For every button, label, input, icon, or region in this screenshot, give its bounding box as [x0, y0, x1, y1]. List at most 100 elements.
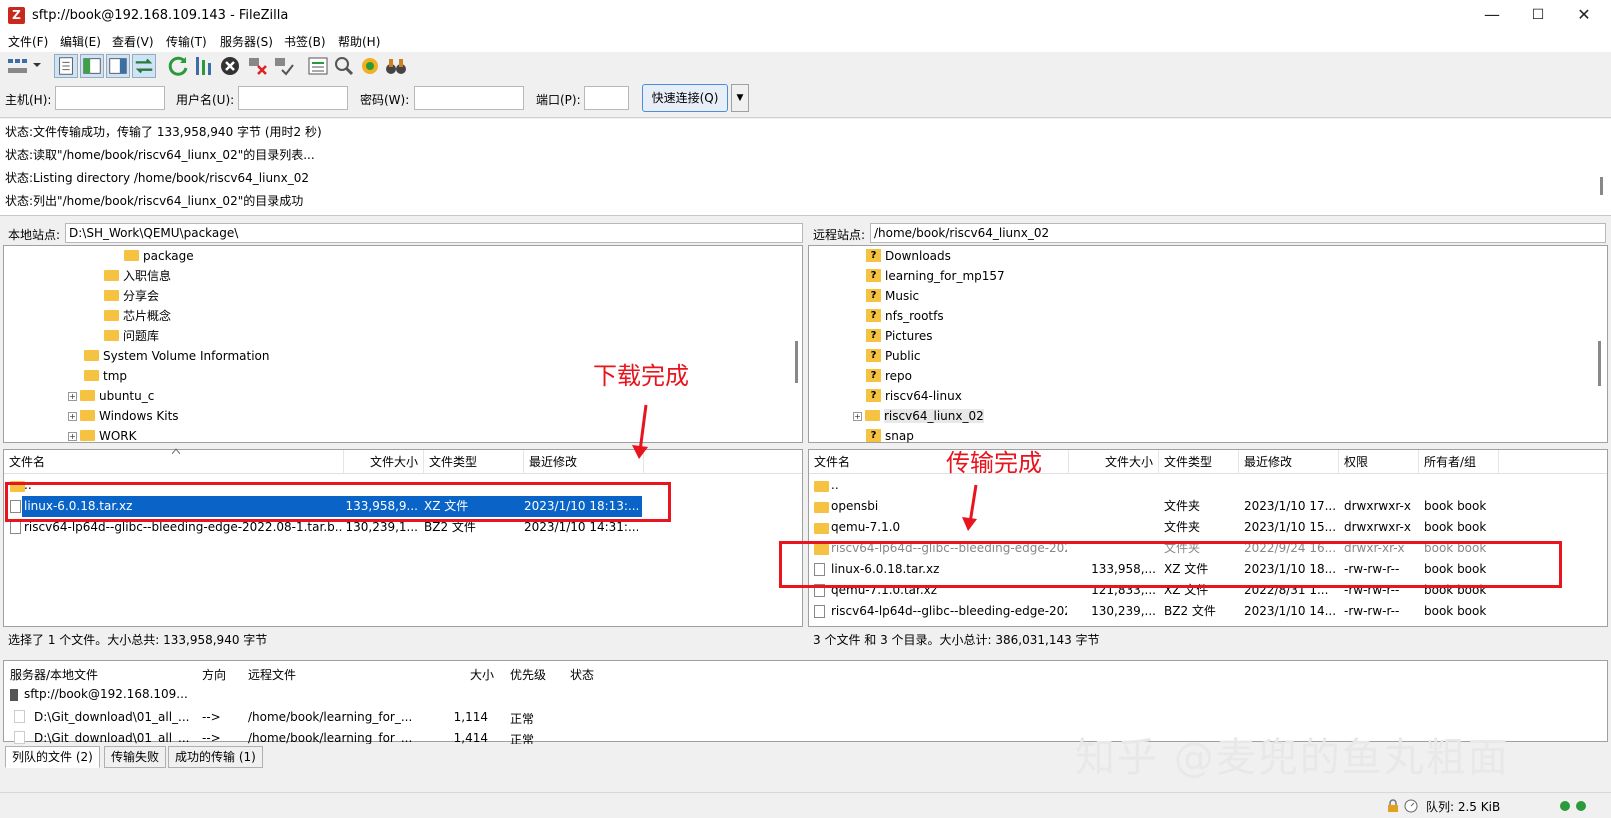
folder-icon: [814, 523, 829, 534]
tree-item[interactable]: ? Music: [866, 286, 919, 306]
tree-item[interactable]: ? nfs_rootfs: [866, 306, 944, 326]
toggle-local-tree-icon[interactable]: [80, 54, 104, 78]
queue-col-size[interactable]: 大小: [470, 666, 494, 683]
close-button[interactable]: ✕: [1561, 0, 1607, 32]
tree-item[interactable]: 入职信息: [104, 266, 171, 286]
tree-item[interactable]: System Volume Information: [84, 346, 269, 366]
tree-item[interactable]: ? Pictures: [866, 326, 933, 346]
col-filetype[interactable]: 文件类型: [1159, 450, 1239, 474]
tab-failed-transfers[interactable]: 传输失败: [104, 746, 167, 768]
toggle-remote-tree-icon[interactable]: [106, 54, 130, 78]
col-modified[interactable]: 最近修改: [524, 450, 644, 474]
folder-icon: [814, 481, 829, 492]
folder-icon: [104, 290, 119, 301]
log-scrollbar[interactable]: [1600, 177, 1603, 195]
menu-help[interactable]: 帮助(H): [338, 33, 380, 50]
col-filesize[interactable]: 文件大小: [344, 450, 424, 474]
file-icon: [814, 605, 825, 618]
file-row[interactable]: ..: [809, 475, 1607, 496]
queue-col-server[interactable]: 服务器/本地文件: [10, 666, 98, 683]
tree-item[interactable]: + WORK: [68, 426, 137, 446]
tree-item[interactable]: + Windows Kits: [68, 406, 179, 426]
tree-item[interactable]: + riscv64_liunx_02: [853, 406, 984, 426]
tree-item[interactable]: tmp: [84, 366, 127, 386]
tab-successful-transfers[interactable]: 成功的传输 (1): [168, 746, 263, 768]
sync-browsing-icon[interactable]: [358, 54, 382, 78]
chevron-down-icon[interactable]: [32, 60, 42, 70]
quickconnect-dropdown[interactable]: ▼: [731, 84, 749, 112]
tab-queued-files[interactable]: 列队的文件 (2): [5, 746, 100, 768]
tree-item[interactable]: package: [124, 246, 194, 266]
folder-icon: [84, 350, 99, 361]
col-permissions[interactable]: 权限: [1339, 450, 1419, 474]
directory-filter-icon[interactable]: [306, 54, 330, 78]
cancel-icon[interactable]: [218, 54, 242, 78]
queue-cell-size: 1,114: [453, 710, 488, 724]
file-row[interactable]: riscv64-lp64d--glibc--bleeding-edge-2022…: [809, 601, 1607, 622]
local-path-input[interactable]: D:\SH_Work\QEMU\package\: [65, 223, 803, 243]
tree-item[interactable]: + ubuntu_c: [68, 386, 154, 406]
tree-item[interactable]: ? Downloads: [866, 246, 951, 266]
tree-item[interactable]: 分享会: [104, 286, 159, 306]
maximize-button[interactable]: ☐: [1515, 0, 1561, 32]
expand-icon[interactable]: +: [68, 412, 77, 421]
tree-item[interactable]: ? snap: [866, 426, 914, 446]
menu-server[interactable]: 服务器(S): [220, 33, 273, 50]
queue-col-remote[interactable]: 远程文件: [248, 666, 296, 683]
site-manager-icon[interactable]: [6, 54, 30, 78]
expand-icon[interactable]: +: [853, 412, 862, 421]
toggle-log-icon[interactable]: [54, 54, 78, 78]
queue-col-priority[interactable]: 优先级: [510, 666, 546, 683]
process-queue-icon[interactable]: [192, 54, 216, 78]
tree-item[interactable]: ? Public: [866, 346, 921, 366]
password-input[interactable]: [414, 86, 524, 110]
tree-item[interactable]: 问题库: [104, 326, 159, 346]
quickconnect-button[interactable]: 快速连接(Q): [642, 84, 728, 112]
expand-icon[interactable]: +: [68, 392, 77, 401]
menu-bookmarks[interactable]: 书签(B): [284, 33, 326, 50]
tree-item-label: Pictures: [885, 329, 933, 343]
toolbar: [0, 52, 1611, 80]
expand-icon[interactable]: +: [68, 432, 77, 441]
transfer-queue-icon[interactable]: [132, 54, 156, 78]
binoculars-icon[interactable]: [384, 54, 408, 78]
arrow-down-icon: [632, 404, 648, 459]
disconnect-icon[interactable]: [246, 54, 270, 78]
reconnect-icon[interactable]: [272, 54, 296, 78]
menu-file[interactable]: 文件(F): [8, 33, 48, 50]
menu-transfer[interactable]: 传输(T): [166, 33, 207, 50]
refresh-icon[interactable]: [166, 54, 190, 78]
col-filesize[interactable]: 文件大小: [1069, 450, 1159, 474]
tree-item[interactable]: ? learning_for_mp157: [866, 266, 1005, 286]
col-filetype[interactable]: 文件类型: [424, 450, 524, 474]
host-input[interactable]: [55, 86, 165, 110]
cell-owner: book book: [1424, 604, 1487, 618]
tree-item-label: ubuntu_c: [99, 389, 155, 403]
menu-edit[interactable]: 编辑(E): [60, 33, 101, 50]
remote-file-list: 文件名 文件大小 文件类型 最近修改 权限 所有者/组 .. opensbi 文件夹…: [808, 449, 1608, 627]
menu-view[interactable]: 查看(V): [112, 33, 154, 50]
tree-item-label: Windows Kits: [99, 409, 179, 423]
tree-item[interactable]: ? riscv64-linux: [866, 386, 962, 406]
remote-path-input[interactable]: /home/book/riscv64_liunx_02: [870, 223, 1606, 243]
port-input[interactable]: [584, 86, 629, 110]
queue-server-row[interactable]: sftp://book@192.168.109...: [10, 687, 188, 701]
file-row[interactable]: qemu-7.1.0 文件夹 2023/1/10 15... drwxrwxr-x bo…: [809, 517, 1607, 538]
tree-item[interactable]: 芯片概念: [104, 306, 171, 326]
queue-cell-size: 1,414: [453, 731, 488, 745]
local-tree-scrollbar[interactable]: [795, 341, 798, 383]
compare-icon[interactable]: [332, 54, 356, 78]
remote-site-bar: 远程站点: /home/book/riscv64_liunx_02: [808, 221, 1608, 245]
minimize-button[interactable]: —: [1469, 0, 1515, 32]
queue-row[interactable]: D:\Git_download\01_all_... --> /home/book/…: [4, 708, 704, 728]
file-row[interactable]: opensbi 文件夹 2023/1/10 17... drwxrwxr-x book …: [809, 496, 1607, 517]
queue-col-direction[interactable]: 方向: [202, 666, 226, 683]
queue-col-status[interactable]: 状态: [570, 666, 594, 683]
local-site-label: 本地站点:: [8, 228, 61, 242]
remote-tree-scrollbar[interactable]: [1598, 341, 1601, 386]
col-owner[interactable]: 所有者/组: [1419, 450, 1499, 474]
tree-item-label: learning_for_mp157: [885, 269, 1005, 283]
col-modified[interactable]: 最近修改: [1239, 450, 1339, 474]
tree-item[interactable]: ? repo: [866, 366, 912, 386]
username-input[interactable]: [238, 86, 348, 110]
